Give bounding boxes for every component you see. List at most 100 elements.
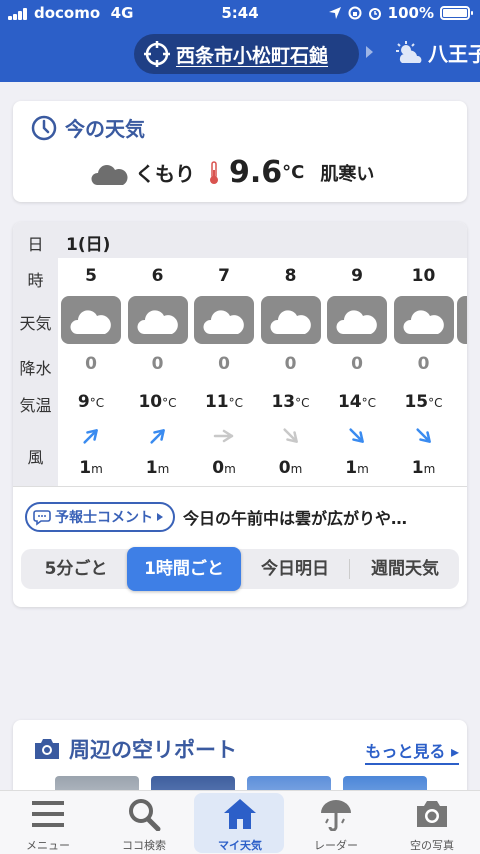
- forecast-range-tabs: 5分ごと 1時間ごと 今日明日 週間天気: [21, 547, 459, 591]
- menu-icon: [32, 801, 64, 827]
- hour-label: 5: [85, 266, 97, 286]
- sun-cloud-icon: [396, 40, 422, 63]
- temp-value: 13°C: [271, 392, 310, 412]
- next-arrow-icon: [366, 46, 373, 58]
- status-right: 100%: [328, 4, 473, 22]
- temp-unit: °C: [282, 162, 305, 183]
- hourly-column[interactable]: 10 0 15°C 1m: [391, 258, 457, 486]
- weather-tile: [61, 296, 121, 344]
- location-arrow-icon: [328, 7, 341, 19]
- clock-icon: [31, 115, 57, 140]
- precip-value: 0: [417, 354, 430, 374]
- precip-value: 0: [351, 354, 363, 374]
- cloud-icon: [70, 310, 111, 334]
- temp-value: 15°C: [404, 392, 443, 412]
- home-icon: [224, 799, 256, 829]
- hour-label: 6: [151, 266, 164, 286]
- tab-my-weather[interactable]: マイ天気: [192, 791, 288, 854]
- wind-direction-arrow-icon: [191, 426, 257, 446]
- comment-text: 今日の午前中は雲が広がりや…: [183, 509, 408, 528]
- cloud-icon: [402, 310, 444, 334]
- see-more-link[interactable]: もっと見る ▸: [365, 738, 459, 765]
- hourly-column[interactable]: 6 0 10°C 1m: [125, 258, 191, 486]
- hourly-column[interactable]: 5 0 9°C 1m: [58, 258, 124, 486]
- feel-text: 肌寒い: [320, 163, 375, 185]
- cloud-icon: [91, 164, 128, 185]
- next-location[interactable]: 八王子: [394, 38, 480, 67]
- row-labels: 日 時 天気 降水 気温 風: [13, 222, 58, 486]
- cloud-icon: [136, 310, 178, 334]
- temp-value: 9°C: [77, 392, 105, 412]
- row-label-weather: 天気: [19, 314, 52, 333]
- wind-direction-arrow-icon: [258, 426, 324, 446]
- weather-tile: [194, 296, 254, 344]
- camera-icon: [417, 801, 447, 827]
- weather-tile: [393, 296, 454, 344]
- tab-radar[interactable]: レーダー: [288, 791, 384, 854]
- camera-icon: [35, 739, 59, 759]
- wind-speed-value: 0m: [212, 458, 236, 478]
- location-selector[interactable]: 西条市小松町石鎚: [134, 34, 359, 74]
- speech-bubble-icon: [33, 510, 51, 526]
- temp-value: 11°C: [204, 392, 244, 412]
- thermometer-icon: [210, 160, 218, 184]
- triangle-right-icon: [157, 513, 163, 521]
- current-temp: 9.6: [229, 155, 283, 190]
- day-header: 1(日): [58, 222, 467, 258]
- temp-value: 10°C: [138, 392, 177, 412]
- battery-percent: 100%: [387, 4, 434, 22]
- forecaster-comment[interactable]: 予報士コメント 今日の午前中は雲が広がりや…: [25, 502, 407, 532]
- hour-label: 7: [218, 266, 230, 286]
- tab-separator: [349, 559, 350, 579]
- precip-value: 0: [151, 354, 164, 374]
- precip-value: 0: [218, 354, 230, 374]
- current-weather-title: 今の天気: [31, 113, 145, 142]
- row-label-wind: 風: [27, 448, 44, 467]
- divider: [13, 486, 467, 487]
- wind-direction-arrow-icon: [58, 426, 124, 446]
- forecaster-comment-tag[interactable]: 予報士コメント: [25, 502, 175, 532]
- hourly-column[interactable]: 7 0 11°C 0m: [191, 258, 257, 486]
- tab-hourly[interactable]: 1時間ごと: [127, 547, 241, 591]
- crosshair-icon: [144, 41, 170, 67]
- battery-icon: [440, 6, 473, 20]
- cloud-icon: [336, 310, 377, 334]
- row-label-temp: 気温: [19, 396, 52, 415]
- tab-sky-photos[interactable]: 空の写真: [384, 791, 480, 854]
- tab-radar-label: レーダー: [314, 839, 358, 852]
- wind-speed-value: 1m: [145, 458, 170, 478]
- wind-speed-value: 0m: [278, 458, 303, 478]
- wind-direction-arrow-icon: [324, 426, 390, 446]
- wind-speed-value: 1m: [79, 458, 103, 478]
- tab-search-label: ココ検索: [122, 839, 166, 852]
- hourly-column[interactable]: 9 0 14°C 1m: [324, 258, 390, 486]
- tab-today-tomorrow[interactable]: 今日明日: [243, 549, 347, 589]
- bottom-tab-bar: メニュー ココ検索 マイ天気 レーダー 空の写真: [0, 790, 480, 854]
- search-icon: [129, 799, 161, 831]
- tab-sky-photos-label: 空の写真: [410, 839, 454, 852]
- tab-5min[interactable]: 5分ごと: [21, 549, 131, 589]
- hourly-column-partial: [454, 258, 467, 486]
- cloud-icon: [269, 310, 311, 334]
- tab-weekly[interactable]: 週間天気: [351, 549, 459, 589]
- tab-menu[interactable]: メニュー: [0, 791, 96, 854]
- cloud-icon: [457, 296, 467, 344]
- tab-my-weather-label: マイ天気: [218, 839, 262, 852]
- tab-menu-label: メニュー: [26, 839, 70, 852]
- hour-label: 9: [351, 266, 363, 286]
- next-location-name: 八王子: [428, 42, 480, 66]
- condition-text: くもり: [135, 162, 195, 186]
- day-label: 1(日): [66, 235, 111, 255]
- weather-tile: [127, 296, 188, 344]
- wind-speed-value: 1m: [345, 458, 369, 478]
- tab-search[interactable]: ココ検索: [96, 791, 192, 854]
- precip-value: 0: [284, 354, 297, 374]
- weather-tile: [327, 296, 387, 344]
- temp-value: 14°C: [337, 392, 377, 412]
- status-bar: docomo 4G 5:44 100%: [0, 0, 480, 26]
- location-name: 西条市小松町石鎚: [176, 44, 329, 67]
- wind-speed-value: 1m: [411, 458, 436, 478]
- hourly-column[interactable]: 8 0 13°C 0m: [258, 258, 324, 486]
- hourly-forecast-card: 日 時 天気 降水 気温 風 1(日) 5 0 9°C 1m 6 0 10°C 1m 7 0 11°…: [13, 222, 467, 607]
- current-weather-card[interactable]: 今の天気 くもり 9.6 °C 肌寒い: [13, 101, 467, 202]
